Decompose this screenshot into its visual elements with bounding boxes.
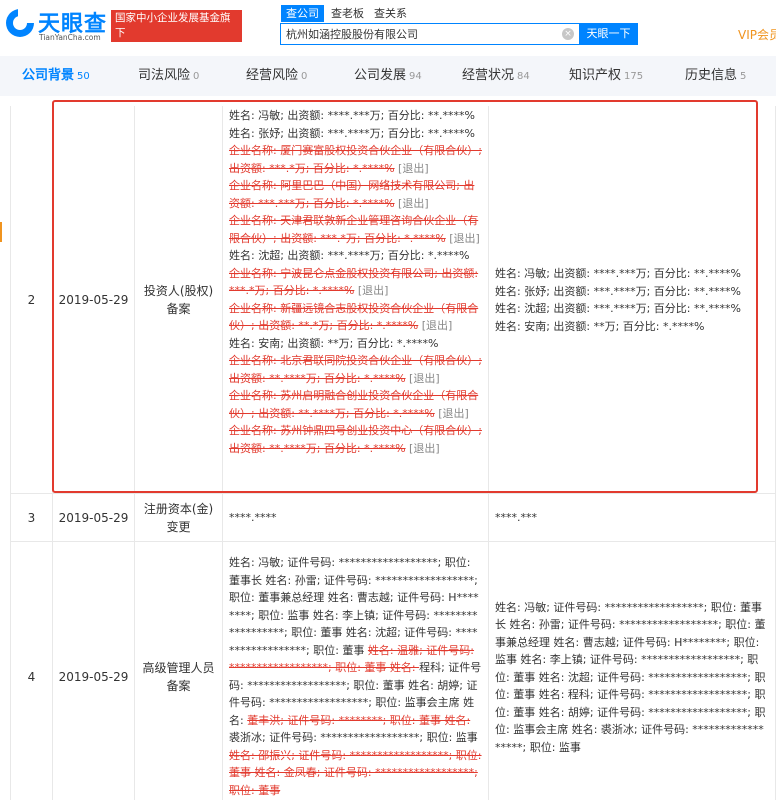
after-change-cell: 姓名: 冯敏; 证件号码: ******************; 职位: 董事… xyxy=(488,542,776,800)
tab-label: 公司背景 xyxy=(22,68,75,83)
slogan-line-1: 国家中小企业发展基金旗下 xyxy=(115,12,231,39)
change-type: 高级管理人员 备案 xyxy=(136,659,220,695)
before-change-lines: ****.**** xyxy=(229,509,277,527)
tab-company-development[interactable]: 公司发展 94 xyxy=(354,56,422,96)
slogan-line-2: 官方备案企业征信机构 xyxy=(115,42,220,54)
clear-icon[interactable]: × xyxy=(562,28,574,40)
removed-entry: 姓名: 邵振兴; 证件号码: ******************; 职位: 董… xyxy=(229,748,482,797)
after-change-content: ****.*** xyxy=(489,494,775,541)
change-date-cell: 2019-05-29 xyxy=(52,542,134,800)
removed-entry: 董丰洪; 证件号码: ********; 职位: 董事 姓名: xyxy=(247,713,471,727)
tab-count: 5 xyxy=(740,71,747,82)
before-change-cell: ****.**** xyxy=(222,494,488,541)
search-tab-boss[interactable]: 查老板 xyxy=(331,5,364,22)
tab-intellectual-property[interactable]: 知识产权 175 xyxy=(569,56,643,96)
tab-count: 84 xyxy=(517,71,530,82)
tab-label: 知识产权 xyxy=(569,68,622,83)
tab-history[interactable]: 历史信息 5 xyxy=(685,56,746,96)
record-line: 姓名: 冯敏; 证件号码: ******************; 职位: 董事… xyxy=(229,554,482,799)
change-type: 注册资本(金) 变更 xyxy=(138,500,219,536)
tab-label: 经营状况 xyxy=(462,68,515,83)
tab-count: 0 xyxy=(193,71,200,82)
sidebar-accent xyxy=(0,222,2,242)
before-change-content: 姓名: 冯敏; 证件号码: ******************; 职位: 董事… xyxy=(223,542,488,799)
logo-domain: TianYanCha.com xyxy=(39,33,101,42)
search-tab-relation[interactable]: 查关系 xyxy=(374,5,407,22)
change-date-cell: 2019-05-29 xyxy=(52,494,134,541)
tab-count: 175 xyxy=(624,71,644,82)
highlight-box xyxy=(52,100,758,493)
before-change-content: ****.**** xyxy=(223,494,488,541)
after-change-content: 姓名: 冯敏; 证件号码: ******************; 职位: 董事… xyxy=(489,542,775,800)
row-number-cell: 2 xyxy=(10,106,52,493)
tab-label: 公司发展 xyxy=(354,68,407,83)
before-change-cell: 姓名: 冯敏; 证件号码: ******************; 职位: 董事… xyxy=(222,542,488,800)
tab-label: 经营风险 xyxy=(246,68,299,83)
change-type-cell: 注册资本(金) 变更 xyxy=(134,494,222,541)
tab-count: 50 xyxy=(77,71,90,82)
row-number: 3 xyxy=(27,510,36,525)
after-change-lines: ****.*** xyxy=(495,509,537,527)
after-change-cell: ****.*** xyxy=(488,494,776,541)
change-type-line: 变更 xyxy=(166,519,191,534)
change-type-line: 备案 xyxy=(166,679,191,693)
record-line: ****.**** xyxy=(229,509,277,527)
record-line: ****.*** xyxy=(495,509,537,527)
search-button[interactable]: 天眼一下 xyxy=(579,23,638,45)
entry-text: ****.**** xyxy=(229,511,277,525)
after-change-lines: 姓名: 冯敏; 证件号码: ******************; 职位: 董事… xyxy=(495,599,769,757)
table-row: 3 2019-05-29 注册资本(金) 变更 ****.**** ****.*… xyxy=(10,494,776,542)
tianyancha-logo-icon[interactable] xyxy=(6,9,34,37)
row-number-cell: 3 xyxy=(10,494,52,541)
entry-text: 裘浙冰; 证件号码: ******************; 职位: 监事 xyxy=(229,731,478,744)
entry-text: 姓名: 冯敏; 证件号码: ******************; 职位: 董事… xyxy=(229,556,479,657)
change-type-cell: 高级管理人员 备案 xyxy=(134,542,222,800)
search-input[interactable] xyxy=(281,24,551,44)
row-number-cell: 4 xyxy=(10,542,52,800)
entry-text: ****.*** xyxy=(495,511,537,525)
change-date: 2019-05-29 xyxy=(58,670,129,684)
table-row: 4 2019-05-29 高级管理人员 备案 姓名: 冯敏; 证件号码: ***… xyxy=(10,542,776,800)
vip-link[interactable]: VIP会员 xyxy=(738,26,776,43)
change-date: 2019-05-29 xyxy=(58,510,129,525)
site-header: 天眼查 TianYanCha.com 国家中小企业发展基金旗下 官方备案企业征信… xyxy=(0,0,776,54)
section-tabs: 公司背景 50 司法风险 0 经营风险 0 公司发展 94 经营状况 84 知识产权 175… xyxy=(0,56,776,96)
tab-count: 0 xyxy=(301,71,308,82)
tab-count: 94 xyxy=(409,71,422,82)
search-box: × xyxy=(280,23,580,45)
tab-company-background[interactable]: 公司背景 50 xyxy=(22,56,90,96)
entry-text: 姓名: 冯敏; 证件号码: ******************; 职位: 董事… xyxy=(495,600,766,754)
tab-label: 历史信息 xyxy=(685,68,738,83)
change-type-line: 注册资本(金) xyxy=(143,501,214,516)
row-number: 4 xyxy=(27,670,36,684)
tab-operating-risk[interactable]: 经营风险 0 xyxy=(246,56,307,96)
slogan-badge: 国家中小企业发展基金旗下 官方备案企业征信机构 xyxy=(111,10,242,54)
record-line: 姓名: 冯敏; 证件号码: ******************; 职位: 董事… xyxy=(495,599,769,757)
search-tab-company[interactable]: 查公司 xyxy=(281,5,324,22)
change-type-line: 高级管理人员 xyxy=(142,661,215,675)
tab-operating-status[interactable]: 经营状况 84 xyxy=(462,56,530,96)
tab-legal-risk[interactable]: 司法风险 0 xyxy=(138,56,199,96)
row-number: 2 xyxy=(27,292,36,307)
tab-label: 司法风险 xyxy=(138,68,191,83)
